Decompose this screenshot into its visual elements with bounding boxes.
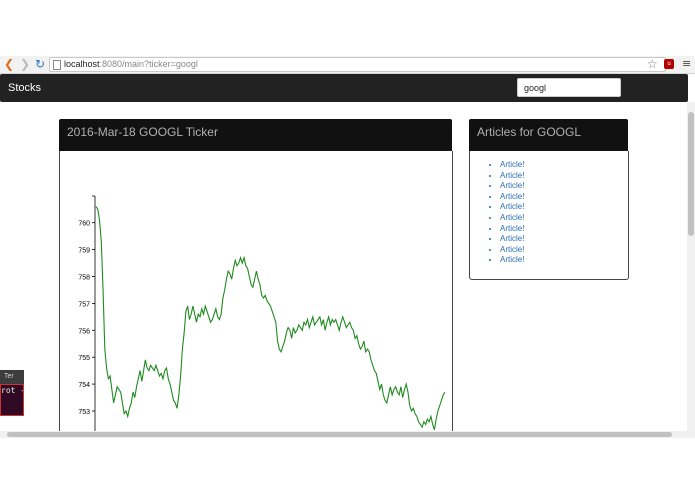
page-icon	[53, 60, 61, 70]
article-item: Article!	[500, 160, 628, 171]
article-item: Article!	[500, 171, 628, 182]
article-item: Article!	[500, 213, 628, 224]
article-link[interactable]: Article!	[500, 202, 524, 211]
article-link[interactable]: Article!	[500, 213, 524, 222]
article-link[interactable]: Article!	[500, 255, 524, 264]
article-item: Article!	[500, 181, 628, 192]
article-item: Article!	[500, 234, 628, 245]
stock-line-chart: 753 754 755 756 757 758 759 760	[78, 195, 446, 441]
terminal-text: rot -	[0, 384, 24, 416]
y-tick-label: 759	[78, 248, 90, 255]
bookmark-star-icon[interactable]: ☆	[647, 56, 658, 72]
article-link[interactable]: Article!	[500, 171, 524, 180]
url-text: localhost:8080/main?ticker=googl	[64, 58, 198, 71]
articles-panel-header: Articles for GOOGL	[469, 119, 628, 151]
y-tick-label: 757	[78, 301, 90, 308]
y-axis: 753 754 755 756 757 758 759 760	[78, 195, 96, 441]
price-series-line	[95, 206, 446, 431]
article-link[interactable]: Article!	[500, 181, 524, 190]
vertical-scrollbar[interactable]	[687, 102, 695, 432]
article-item: Article!	[500, 202, 628, 213]
desktop-bottom-area	[0, 438, 695, 494]
horizontal-scrollbar[interactable]	[0, 431, 695, 438]
y-tick-label: 753	[78, 409, 90, 416]
article-link[interactable]: Article!	[500, 224, 524, 233]
browser-toolbar: ❮ ❯ ↻ localhost:8080/main?ticker=googl ☆…	[0, 56, 695, 74]
articles-panel-body: Article!Article!Article!Article!Article!…	[469, 151, 629, 280]
article-list: Article!Article!Article!Article!Article!…	[470, 151, 628, 266]
chart-panel-title: 2016-Mar-18 GOOGL Ticker	[67, 125, 218, 139]
browser-menu-icon[interactable]: ≡	[682, 56, 691, 72]
url-path: :8080/main?ticker=googl	[99, 59, 198, 69]
terminal-window[interactable]: Ter rot -	[0, 370, 24, 416]
address-bar[interactable]: localhost:8080/main?ticker=googl	[49, 57, 666, 72]
navbar-brand[interactable]: Stocks	[8, 74, 41, 102]
articles-panel-title: Articles for GOOGL	[477, 125, 582, 139]
horizontal-scroll-thumb[interactable]	[7, 432, 672, 437]
article-link[interactable]: Article!	[500, 160, 524, 169]
app-navbar: Stocks	[0, 74, 688, 102]
article-link[interactable]: Article!	[500, 192, 524, 201]
desktop-top-area	[0, 0, 695, 56]
article-item: Article!	[500, 255, 628, 266]
ticker-search-input[interactable]	[517, 78, 621, 97]
y-tick-label: 758	[78, 275, 90, 282]
article-item: Article!	[500, 224, 628, 235]
chart-panel-body: 753 754 755 756 757 758 759 760	[59, 151, 453, 441]
article-item: Article!	[500, 192, 628, 203]
terminal-title: Ter	[0, 370, 24, 384]
y-tick-label: 760	[78, 221, 90, 228]
y-tick-label: 754	[78, 382, 90, 389]
y-tick-label: 756	[78, 328, 90, 335]
url-host: localhost	[64, 59, 100, 69]
article-item: Article!	[500, 245, 628, 256]
article-link[interactable]: Article!	[500, 245, 524, 254]
y-tick-label: 755	[78, 355, 90, 362]
forward-arrow-icon[interactable]: ❯	[19, 57, 31, 71]
back-arrow-icon[interactable]: ❮	[3, 57, 15, 71]
chart-panel-header: 2016-Mar-18 GOOGL Ticker	[59, 119, 452, 151]
article-link[interactable]: Article!	[500, 234, 524, 243]
vertical-scroll-thumb[interactable]	[688, 112, 694, 236]
reload-icon[interactable]: ↻	[34, 57, 46, 71]
ublock-extension-icon[interactable]: u	[664, 59, 674, 69]
